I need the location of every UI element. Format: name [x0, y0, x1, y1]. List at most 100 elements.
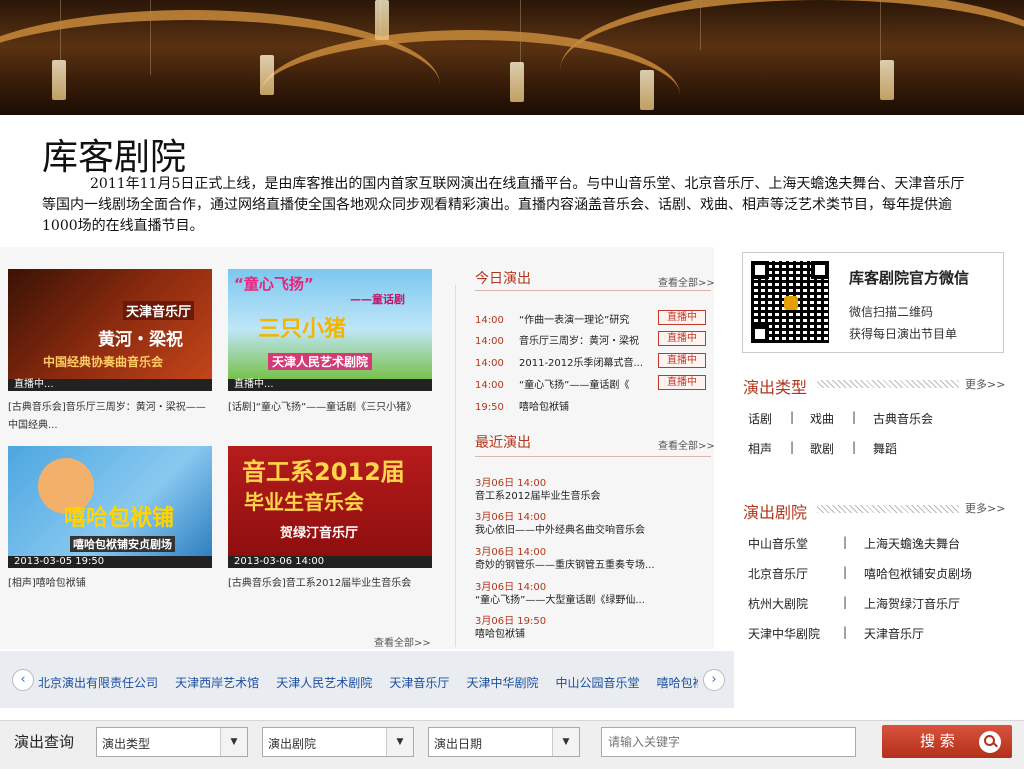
- select-value: 演出类型: [102, 737, 151, 751]
- intro-paragraph: 2011年11月5日正式上线，是由库客推出的国内首家互联网演出在线直播平台。与中…: [42, 176, 965, 234]
- today-shows-title: 今日演出: [475, 271, 531, 287]
- recent-show-name[interactable]: 我心依旧——中外经典名曲交响音乐会: [475, 521, 645, 536]
- show-name: 音乐厅三周岁：黄河・梁祝: [519, 336, 639, 347]
- venue-link[interactable]: 嘻哈包袱铺: [657, 676, 698, 690]
- theaters-more-link[interactable]: 更多>>: [965, 500, 1005, 516]
- theater-link[interactable]: 上海贺绿汀音乐厅: [864, 595, 960, 612]
- today-show-item[interactable]: 14:00 “童心飞扬”——童话剧《: [475, 376, 629, 391]
- venue-link[interactable]: 天津音乐厅: [389, 676, 449, 690]
- wechat-line: 微信扫描二维码: [849, 305, 934, 319]
- type-link[interactable]: 戏曲: [810, 410, 834, 427]
- live-badge[interactable]: 直播中: [658, 331, 706, 346]
- poster-text: 贺绿汀音乐厅: [280, 526, 359, 541]
- today-show-item[interactable]: 14:00 2011-2012乐季闭幕式音...: [475, 354, 643, 369]
- today-show-item[interactable]: 19:50 嘻哈包袱铺: [475, 398, 569, 413]
- featured-caption[interactable]: [古典音乐会]音工系2012届毕业生音乐会: [228, 575, 433, 593]
- featured-thumbnail[interactable]: “童心飞扬” ——童话剧 三只小猪 天津人民艺术剧院 直播中...: [228, 269, 432, 391]
- today-show-item[interactable]: 14:00 “作曲一表演一理论”研究: [475, 311, 629, 326]
- featured-caption[interactable]: [话剧]“童心飞扬”——童话剧《三只小猪》: [228, 399, 433, 417]
- recent-show-name[interactable]: “童心飞扬”——大型童话剧《绿野仙...: [475, 591, 645, 606]
- hatch-divider: [817, 505, 959, 513]
- wechat-line: 获得每日演出节目单: [849, 327, 958, 341]
- separator: |: [843, 595, 848, 609]
- today-show-item[interactable]: 14:00 音乐厅三周岁：黄河・梁祝: [475, 332, 639, 347]
- date-select[interactable]: 演出日期 ▼: [428, 727, 580, 757]
- poster-text: 嘻哈包袱铺: [64, 506, 175, 531]
- theater-link[interactable]: 嘻哈包袱铺安贞剧场: [864, 565, 972, 582]
- today-view-all-link[interactable]: 查看全部>>: [658, 274, 715, 289]
- featured-thumbnail[interactable]: 嘻哈包袱铺 嘻哈包袱铺安贞剧场 2013-03-05 19:50: [8, 446, 212, 568]
- show-types-more-link[interactable]: 更多>>: [965, 376, 1005, 392]
- featured-caption[interactable]: [相声]嘻哈包袱铺: [8, 575, 213, 593]
- recent-view-all-link[interactable]: 查看全部>>: [658, 437, 715, 452]
- show-name: “童心飞扬”——童话剧《: [519, 380, 630, 391]
- keyword-input[interactable]: [601, 727, 856, 757]
- select-value: 演出日期: [434, 737, 483, 751]
- featured-caption[interactable]: [古典音乐会]音乐厅三周岁：黄河・梁祝——中国经典...: [8, 399, 213, 435]
- search-button[interactable]: 搜 索: [882, 725, 1012, 758]
- search-label: 演出查询: [14, 733, 75, 751]
- live-status-label: 直播中...: [8, 379, 212, 391]
- featured-thumbnail[interactable]: 天津音乐厅 黄河・梁祝 中国经典协奏曲音乐会 直播中...: [8, 269, 212, 391]
- show-time: 14:00: [475, 358, 504, 369]
- live-badge[interactable]: 直播中: [658, 353, 706, 368]
- theater-select[interactable]: 演出剧院 ▼: [262, 727, 414, 757]
- poster-text: ——童话剧: [350, 293, 405, 306]
- type-link[interactable]: 古典音乐会: [873, 410, 933, 427]
- live-badge[interactable]: 直播中: [658, 310, 706, 325]
- column-divider: [455, 285, 456, 647]
- poster-text: 嘻哈包袱铺安贞剧场: [70, 536, 175, 552]
- featured-thumbnail[interactable]: 音工系2012届 毕业生音乐会 贺绿汀音乐厅 2013-03-06 14:00: [228, 446, 432, 568]
- view-all-link[interactable]: 查看全部>>: [374, 634, 431, 649]
- show-types-title: 演出类型: [743, 378, 808, 397]
- qr-code-icon: [751, 261, 829, 343]
- hatch-divider: [817, 380, 959, 388]
- theater-link[interactable]: 北京音乐厅: [748, 565, 808, 582]
- poster-text: “童心飞扬”: [234, 275, 314, 293]
- type-link[interactable]: 歌剧: [810, 440, 834, 457]
- type-link[interactable]: 相声: [748, 440, 772, 457]
- chevron-left-icon[interactable]: ‹: [12, 669, 34, 691]
- theater-link[interactable]: 杭州大剧院: [748, 595, 808, 612]
- section-divider: [475, 290, 711, 291]
- venue-link[interactable]: 天津西岸艺术馆: [175, 676, 259, 690]
- recent-shows-title: 最近演出: [475, 435, 531, 451]
- live-badge[interactable]: 直播中: [658, 375, 706, 390]
- poster-text: 中国经典协奏曲音乐会: [43, 355, 164, 369]
- separator: |: [843, 535, 848, 549]
- venue-links: 北京演出有限责任公司 天津西岸艺术馆 天津人民艺术剧院 天津音乐厅 天津中华剧院…: [38, 672, 698, 692]
- chevron-right-icon[interactable]: ›: [703, 669, 725, 691]
- separator: |: [790, 410, 795, 424]
- header-banner-image: [0, 0, 1024, 115]
- recent-show-name[interactable]: 奇妙的钢管乐——重庆钢管五重奏专场...: [475, 556, 655, 571]
- show-name: 2011-2012乐季闭幕式音...: [519, 358, 644, 369]
- venue-link[interactable]: 天津中华剧院: [466, 676, 538, 690]
- theaters-title: 演出剧院: [743, 503, 808, 522]
- separator: |: [790, 440, 795, 454]
- theater-link[interactable]: 上海天蟾逸夫舞台: [864, 535, 960, 552]
- poster-text: 毕业生音乐会: [244, 490, 364, 514]
- show-time: 14:00: [475, 380, 504, 391]
- venue-link[interactable]: 中山公园音乐堂: [556, 676, 640, 690]
- poster-text: 黄河・梁祝: [98, 330, 183, 350]
- venue-link[interactable]: 北京演出有限责任公司: [38, 676, 158, 690]
- venue-link[interactable]: 天津人民艺术剧院: [276, 676, 372, 690]
- section-divider: [475, 456, 711, 457]
- separator: |: [852, 410, 857, 424]
- featured-poster-image: “童心飞扬” ——童话剧 三只小猪 天津人民艺术剧院: [228, 269, 432, 379]
- featured-poster-image: 天津音乐厅 黄河・梁祝 中国经典协奏曲音乐会: [8, 269, 212, 379]
- type-link[interactable]: 舞蹈: [873, 440, 897, 457]
- theater-link[interactable]: 天津音乐厅: [864, 625, 924, 642]
- type-link[interactable]: 话剧: [748, 410, 772, 427]
- featured-poster-image: 音工系2012届 毕业生音乐会 贺绿汀音乐厅: [228, 446, 432, 556]
- theater-link[interactable]: 天津中华剧院: [748, 625, 820, 642]
- live-status-label: 直播中...: [228, 379, 432, 391]
- recent-show-name[interactable]: 音工系2012届毕业生音乐会: [475, 487, 600, 502]
- dropdown-arrow-icon: ▼: [220, 728, 247, 756]
- show-type-select[interactable]: 演出类型 ▼: [96, 727, 248, 757]
- page-title: 库客剧院: [42, 137, 187, 178]
- recent-show-name[interactable]: 嘻哈包袱铺: [475, 625, 525, 640]
- dropdown-arrow-icon: ▼: [552, 728, 579, 756]
- theater-link[interactable]: 中山音乐堂: [748, 535, 808, 552]
- show-time: 14:00: [475, 315, 504, 326]
